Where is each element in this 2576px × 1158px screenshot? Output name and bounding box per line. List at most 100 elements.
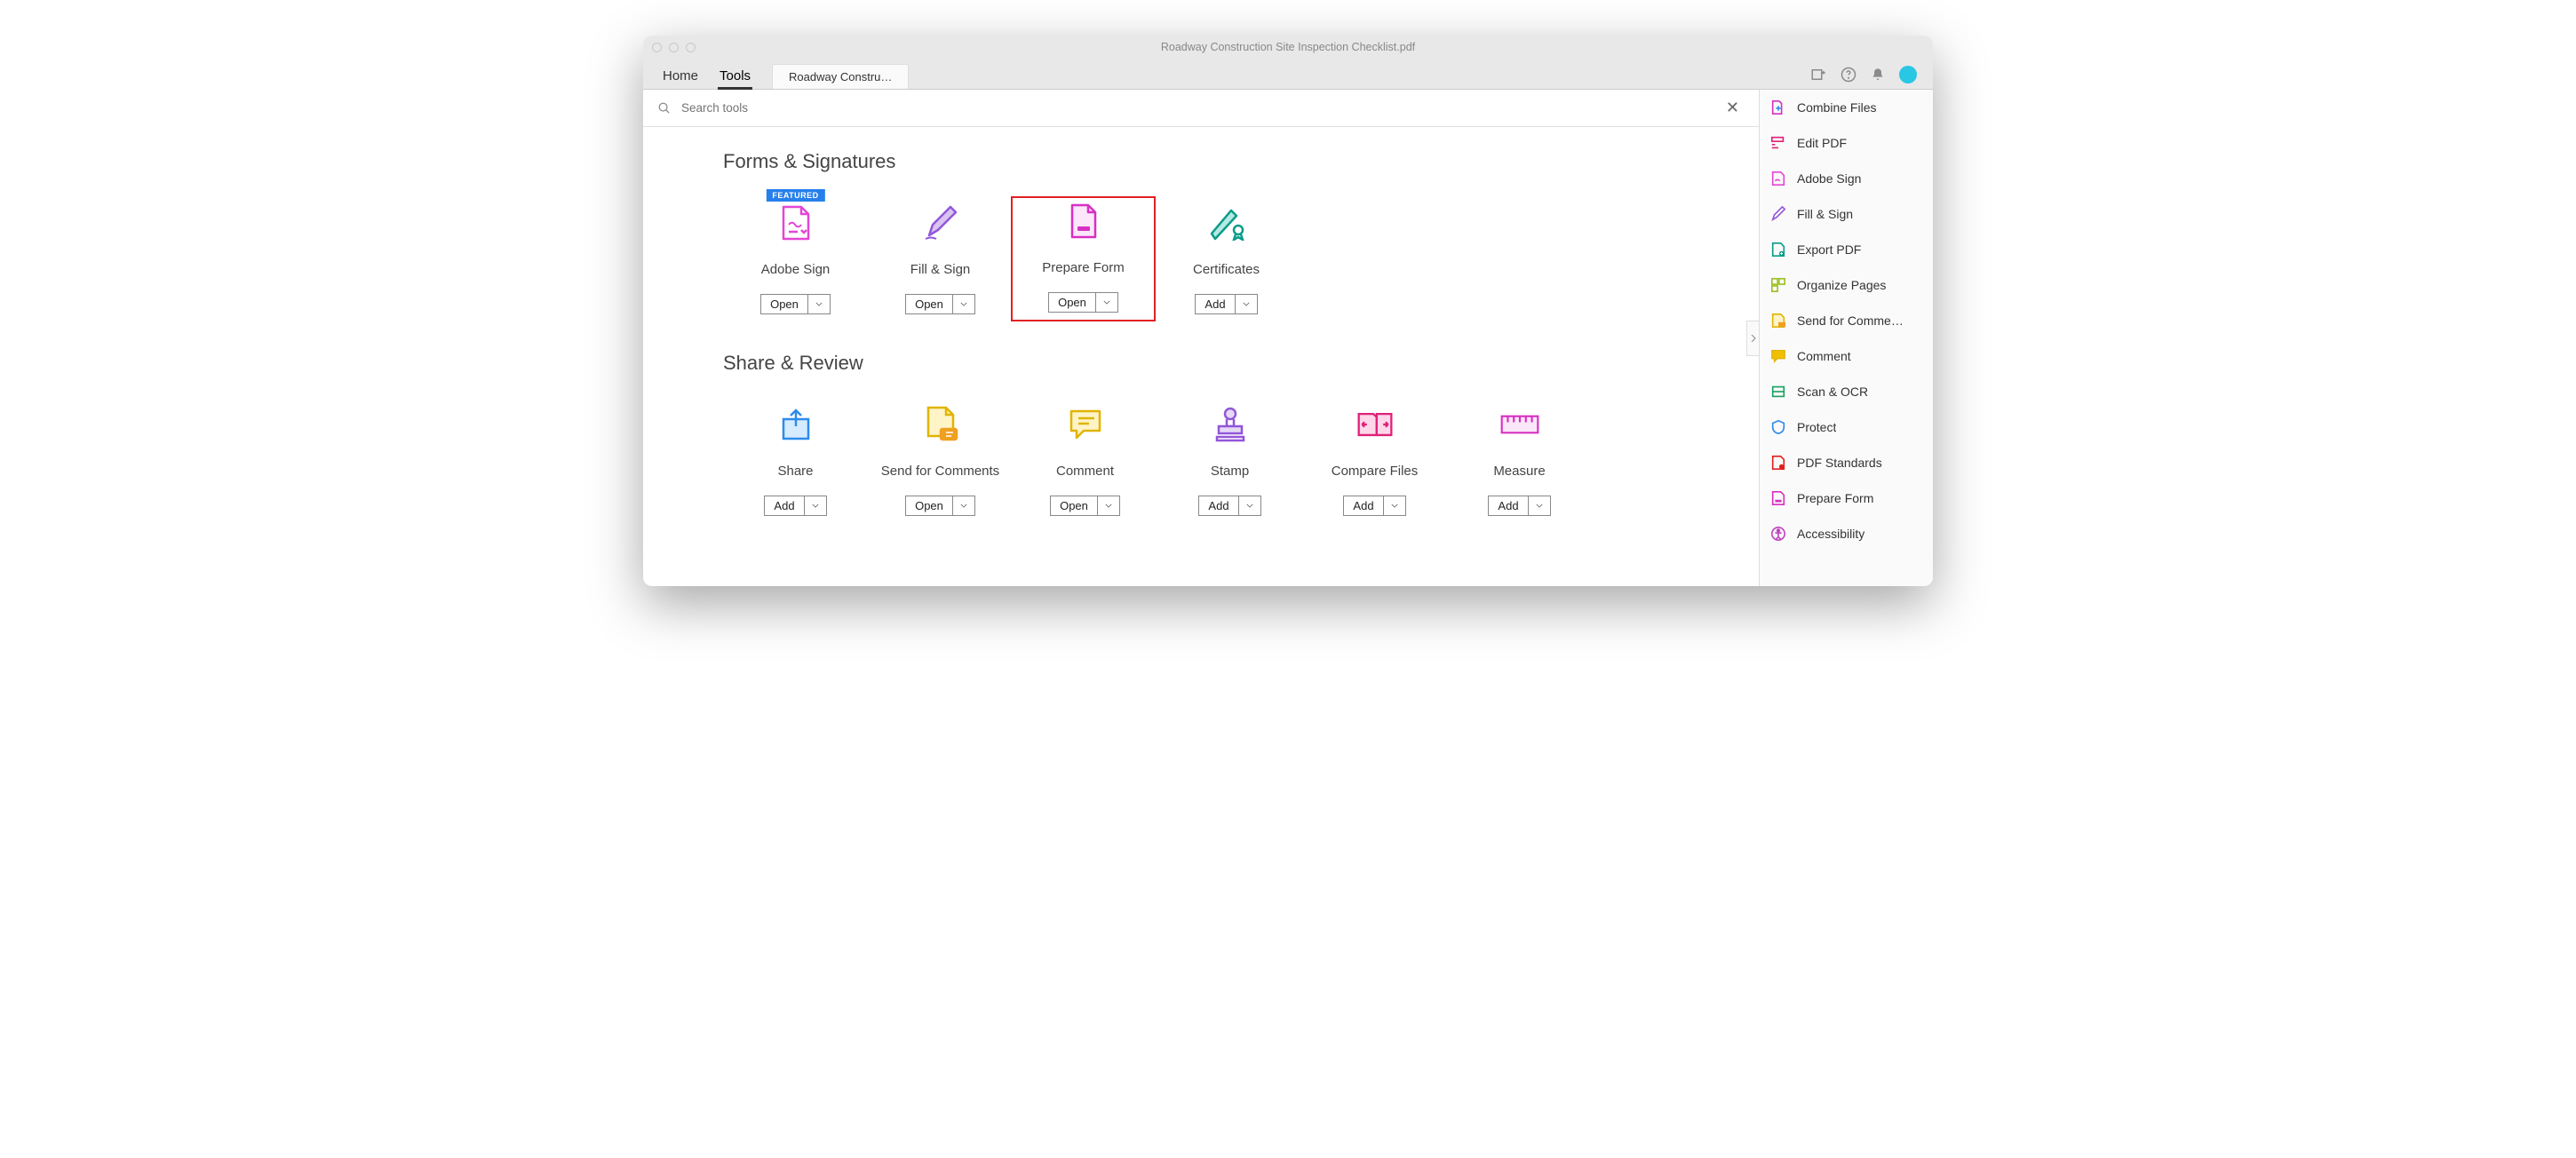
send-comments-action-main[interactable]: Open [906, 496, 953, 515]
tool-send-comments[interactable]: Send for Comments Open [868, 400, 1013, 521]
panel-prepare-form[interactable]: Prepare Form [1760, 480, 1933, 516]
user-avatar[interactable] [1899, 66, 1917, 83]
certificates-action[interactable]: Add [1195, 294, 1257, 314]
tools-scroll[interactable]: Forms & Signatures FEATURED Adobe Sign O… [643, 127, 1759, 586]
right-panel-wrap: Combine Files Edit PDF Adobe Sign Fill &… [1759, 90, 1933, 586]
comment-icon [1066, 405, 1105, 444]
panel-comment[interactable]: Comment [1760, 338, 1933, 374]
fill-sign-icon [921, 203, 960, 242]
stamp-action-main[interactable]: Add [1199, 496, 1238, 515]
adobe-sign-action[interactable]: Open [760, 294, 831, 314]
stamp-action[interactable]: Add [1198, 496, 1260, 516]
panel-item-label: Export PDF [1797, 242, 1861, 257]
adobe-sign-action-caret[interactable] [808, 295, 830, 313]
tool-measure[interactable]: Measure Add [1447, 400, 1592, 521]
send-comments-icon [921, 405, 960, 444]
tool-label: Measure [1493, 464, 1545, 483]
certificates-icon [1207, 203, 1246, 242]
panel-pdf-standards[interactable]: i PDF Standards [1760, 445, 1933, 480]
tool-prepare-form[interactable]: Prepare Form Open [1011, 196, 1156, 321]
help-icon[interactable] [1841, 67, 1856, 83]
panel-scan-ocr[interactable]: Scan & OCR [1760, 374, 1933, 409]
window-title: Roadway Construction Site Inspection Che… [643, 41, 1933, 53]
tool-share[interactable]: Share Add [723, 400, 868, 521]
nav-tools[interactable]: Tools [709, 63, 761, 89]
panel-protect[interactable]: Protect [1760, 409, 1933, 445]
tool-label: Fill & Sign [910, 262, 971, 282]
prepare-form-action-caret[interactable] [1096, 293, 1117, 312]
compare-icon [1356, 405, 1395, 444]
share-row: Share Add Send for Comments Open [723, 400, 1759, 521]
tool-label: Send for Comments [881, 464, 999, 483]
panel-send-comments[interactable]: Send for Comme… [1760, 303, 1933, 338]
panel-item-label: Prepare Form [1797, 491, 1873, 505]
nav-home[interactable]: Home [652, 63, 709, 89]
measure-action-main[interactable]: Add [1489, 496, 1528, 515]
fill-sign-action-main[interactable]: Open [906, 295, 953, 313]
tool-certificates[interactable]: Certificates Add [1154, 198, 1299, 320]
tool-adobe-sign[interactable]: FEATURED Adobe Sign Open [723, 198, 868, 320]
measure-action[interactable]: Add [1488, 496, 1550, 516]
panel-item-label: Send for Comme… [1797, 313, 1904, 328]
compare-action-caret[interactable] [1384, 496, 1405, 515]
maximize-window-button[interactable] [686, 43, 696, 52]
right-panel[interactable]: Combine Files Edit PDF Adobe Sign Fill &… [1759, 90, 1933, 586]
adobe-sign-action-main[interactable]: Open [761, 295, 808, 313]
share-action-main[interactable]: Add [765, 496, 804, 515]
panel-organize-pages[interactable]: Organize Pages [1760, 267, 1933, 303]
panel-edit-pdf[interactable]: Edit PDF [1760, 125, 1933, 161]
tool-label: Certificates [1193, 262, 1260, 282]
panel-combine-files[interactable]: Combine Files [1760, 90, 1933, 125]
fill-sign-action-caret[interactable] [953, 295, 974, 313]
send-comments-action-caret[interactable] [953, 496, 974, 515]
document-tab[interactable]: Roadway Constru… [772, 64, 909, 89]
panel-adobe-sign[interactable]: Adobe Sign [1760, 161, 1933, 196]
tool-comment[interactable]: Comment Open [1013, 400, 1157, 521]
compare-action-main[interactable]: Add [1344, 496, 1383, 515]
notifications-icon[interactable] [1871, 67, 1885, 82]
share-action[interactable]: Add [764, 496, 826, 516]
panel-fill-sign[interactable]: Fill & Sign [1760, 196, 1933, 232]
search-input[interactable] [680, 99, 1712, 116]
certificates-action-main[interactable]: Add [1196, 295, 1235, 313]
featured-badge: FEATURED [766, 189, 824, 202]
panel-item-label: Edit PDF [1797, 136, 1847, 150]
compare-action[interactable]: Add [1343, 496, 1405, 516]
panel-item-label: Fill & Sign [1797, 207, 1853, 221]
close-window-button[interactable] [652, 43, 662, 52]
measure-action-caret[interactable] [1529, 496, 1550, 515]
panel-item-label: Scan & OCR [1797, 385, 1868, 399]
comment-action-caret[interactable] [1098, 496, 1119, 515]
tool-fill-sign[interactable]: Fill & Sign Open [868, 198, 1013, 320]
prepare-form-action[interactable]: Open [1048, 292, 1118, 313]
close-search-button[interactable]: ✕ [1721, 97, 1745, 119]
tool-label: Adobe Sign [761, 262, 831, 282]
comment-action-main[interactable]: Open [1051, 496, 1098, 515]
main-panel: ✕ Forms & Signatures FEATURED Adobe Sign… [643, 90, 1759, 586]
forms-row: FEATURED Adobe Sign Open [723, 198, 1759, 320]
certificates-action-caret[interactable] [1236, 295, 1257, 313]
search-icon [657, 101, 671, 115]
panel-item-label: Organize Pages [1797, 278, 1886, 292]
share-panel-icon[interactable] [1810, 67, 1826, 83]
tool-compare[interactable]: Compare Files Add [1302, 400, 1447, 521]
fill-sign-action[interactable]: Open [905, 294, 975, 314]
panel-item-label: Adobe Sign [1797, 171, 1861, 186]
header-actions [1810, 66, 1924, 89]
search-bar: ✕ [643, 90, 1759, 127]
prepare-form-action-main[interactable]: Open [1049, 293, 1096, 312]
tool-label: Comment [1056, 464, 1114, 483]
panel-item-label: Protect [1797, 420, 1836, 434]
panel-export-pdf[interactable]: Export PDF [1760, 232, 1933, 267]
tool-stamp[interactable]: Stamp Add [1157, 400, 1302, 521]
share-action-caret[interactable] [805, 496, 826, 515]
panel-accessibility[interactable]: Accessibility [1760, 516, 1933, 551]
collapse-panel-handle[interactable] [1746, 321, 1759, 356]
app-window: Roadway Construction Site Inspection Che… [643, 36, 1933, 586]
send-comments-action[interactable]: Open [905, 496, 975, 516]
comment-action[interactable]: Open [1050, 496, 1120, 516]
window-controls [652, 43, 696, 52]
section-share-title: Share & Review [723, 352, 1759, 375]
minimize-window-button[interactable] [669, 43, 679, 52]
stamp-action-caret[interactable] [1239, 496, 1260, 515]
